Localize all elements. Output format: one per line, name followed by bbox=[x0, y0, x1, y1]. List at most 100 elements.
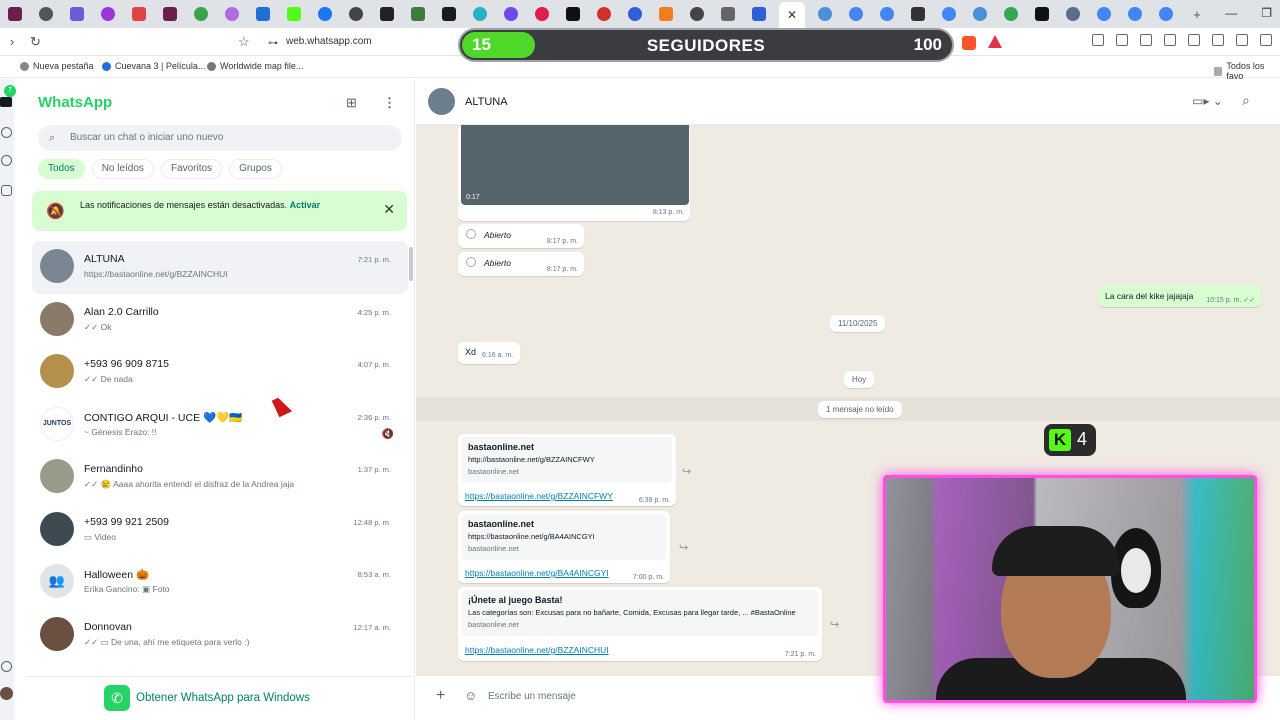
browser-tab[interactable] bbox=[128, 3, 150, 25]
chat-item[interactable]: +593 96 909 8715 ✓✓ De nada 4:07 p. m. bbox=[32, 346, 408, 399]
forward-icon[interactable]: ↪ bbox=[682, 465, 691, 478]
browser-tab[interactable] bbox=[531, 3, 553, 25]
browser-tab[interactable] bbox=[938, 3, 960, 25]
browser-tab[interactable] bbox=[717, 3, 739, 25]
video-call-icon[interactable]: ▭▸ ⌄ bbox=[1192, 94, 1223, 108]
extension-icon[interactable] bbox=[1116, 34, 1128, 46]
browser-tab[interactable] bbox=[159, 3, 181, 25]
bookmark-item[interactable]: Cuevana 3 | Película... bbox=[102, 61, 205, 71]
link-message[interactable]: bastaonline.net http://bastaonline.net/g… bbox=[458, 434, 676, 506]
bookmark-item[interactable]: Worldwide map file... bbox=[207, 61, 303, 71]
link-message[interactable]: ¡Únete al juego Basta! Las categorías so… bbox=[458, 587, 822, 661]
chat-item[interactable]: +593 99 921 2509 ▭ Video 12:48 p. m. bbox=[32, 504, 408, 557]
message-input[interactable]: Escribe un mensaje bbox=[488, 691, 576, 702]
brave-rewards-icon[interactable] bbox=[988, 35, 1002, 48]
browser-tab[interactable] bbox=[407, 3, 429, 25]
status-icon[interactable] bbox=[1, 127, 12, 138]
extension-icon[interactable] bbox=[1164, 34, 1176, 46]
video-thumbnail[interactable] bbox=[461, 125, 689, 205]
browser-tab[interactable] bbox=[593, 3, 615, 25]
message-link[interactable]: https://bastaonline.net/g/BZZAINCHUI bbox=[465, 645, 609, 655]
chats-icon[interactable] bbox=[0, 97, 12, 107]
browser-tab[interactable] bbox=[655, 3, 677, 25]
browser-tab[interactable] bbox=[314, 3, 336, 25]
new-chat-icon[interactable]: ⊞ bbox=[346, 95, 357, 111]
browser-tab[interactable] bbox=[66, 3, 88, 25]
extension-icon[interactable] bbox=[1188, 34, 1200, 46]
notif-activate-link[interactable]: Activar bbox=[290, 200, 321, 210]
browser-tab[interactable] bbox=[1000, 3, 1022, 25]
reload-icon[interactable]: ↻ bbox=[30, 34, 41, 50]
conversation-header[interactable]: ALTUNA ▭▸ ⌄ ⌕ bbox=[416, 79, 1280, 125]
radio-icon[interactable] bbox=[466, 257, 476, 267]
extension-icon[interactable] bbox=[1212, 34, 1224, 46]
browser-tab[interactable] bbox=[1124, 3, 1146, 25]
profile-avatar[interactable] bbox=[0, 687, 13, 700]
search-icon[interactable]: ⌕ bbox=[1242, 92, 1250, 109]
browser-tab[interactable] bbox=[1093, 3, 1115, 25]
filter-groups[interactable]: Grupos bbox=[229, 159, 282, 179]
bookmark-item[interactable]: Nueva pestaña bbox=[20, 61, 94, 71]
channels-icon[interactable] bbox=[1, 155, 12, 166]
browser-tab[interactable] bbox=[469, 3, 491, 25]
link-preview[interactable]: ¡Únete al juego Basta! Las categorías so… bbox=[462, 590, 818, 636]
browser-tab[interactable] bbox=[35, 3, 57, 25]
bookmark-star-icon[interactable]: ☆ bbox=[238, 34, 250, 50]
chat-item[interactable]: 👥 Halloween 🎃 Erika Gancino: ▣ Foto 8:53… bbox=[32, 556, 408, 609]
chat-item[interactable]: ALTUNA https://bastaonline.net/g/BZZAINC… bbox=[32, 241, 408, 294]
chat-item[interactable]: Fernandinho ✓✓ 😢 Aaaa ahorita entendí el… bbox=[32, 451, 408, 504]
poll-message[interactable]: Abierto 8:17 p. m. bbox=[458, 224, 584, 248]
browser-tab[interactable] bbox=[1031, 3, 1053, 25]
poll-message[interactable]: Abierto 8:17 p. m. bbox=[458, 252, 584, 276]
new-tab-icon[interactable]: + bbox=[1186, 3, 1208, 25]
forward-icon[interactable]: ↪ bbox=[830, 618, 839, 631]
chat-item[interactable]: Donnovan ✓✓ ▭ De una, ahí me etiqueta pa… bbox=[32, 609, 408, 662]
message-link[interactable]: https://bastaonline.net/g/BZZAINCFWY bbox=[465, 491, 613, 501]
link-preview[interactable]: bastaonline.net https://bastaonline.net/… bbox=[462, 514, 666, 560]
forward-icon[interactable]: › bbox=[10, 34, 14, 49]
radio-icon[interactable] bbox=[466, 229, 476, 239]
incoming-message[interactable]: Xd 6:16 a. m. bbox=[458, 342, 520, 364]
link-preview[interactable]: bastaonline.net http://bastaonline.net/g… bbox=[462, 437, 672, 483]
close-icon[interactable]: ✕ bbox=[383, 201, 395, 218]
settings-gear-icon[interactable] bbox=[1, 661, 12, 672]
communities-icon[interactable] bbox=[1, 185, 12, 196]
browser-tab[interactable] bbox=[283, 3, 305, 25]
outgoing-message[interactable]: La cara del kike jajajaja 10:15 p. m. ✓✓ bbox=[1098, 285, 1261, 307]
chat-item[interactable]: JUNTOS CONTIGO ARQUI - UCE 💙💛🇺🇦 ~ Génesi… bbox=[32, 399, 408, 452]
emoji-icon[interactable]: ☺ bbox=[464, 688, 477, 703]
filter-all[interactable]: Todos bbox=[38, 159, 85, 179]
browser-tab[interactable] bbox=[376, 3, 398, 25]
browser-tab[interactable] bbox=[345, 3, 367, 25]
browser-tab[interactable] bbox=[438, 3, 460, 25]
close-tab-icon[interactable]: ✕ bbox=[787, 8, 797, 22]
browser-tab[interactable] bbox=[562, 3, 584, 25]
browser-tab[interactable] bbox=[624, 3, 646, 25]
browser-tab[interactable] bbox=[969, 3, 991, 25]
attach-plus-icon[interactable]: + bbox=[436, 687, 445, 705]
site-info-icon[interactable]: ⊶ bbox=[268, 34, 278, 54]
browser-tab[interactable] bbox=[907, 3, 929, 25]
minimize-icon[interactable]: — bbox=[1225, 6, 1237, 20]
extension-icon[interactable] bbox=[1260, 34, 1272, 46]
browser-tab[interactable] bbox=[845, 3, 867, 25]
extension-icon[interactable] bbox=[1140, 34, 1152, 46]
video-message[interactable]: 0:17 8:13 p. m. bbox=[458, 125, 690, 221]
link-message[interactable]: bastaonline.net https://bastaonline.net/… bbox=[458, 511, 670, 583]
menu-dots-icon[interactable]: ⋮ bbox=[383, 95, 396, 111]
browser-tab[interactable] bbox=[500, 3, 522, 25]
browser-tab-active[interactable]: ✕ bbox=[779, 2, 805, 28]
browser-tab[interactable] bbox=[190, 3, 212, 25]
browser-tab[interactable] bbox=[1155, 3, 1177, 25]
get-windows-app[interactable]: ✆ Obtener WhatsApp para Windows bbox=[26, 676, 414, 720]
contact-avatar[interactable] bbox=[428, 88, 455, 115]
chat-list-scrollbar[interactable] bbox=[409, 247, 413, 281]
extension-icon[interactable] bbox=[1092, 34, 1104, 46]
chat-item[interactable]: Alan 2.0 Carrillo ✓✓ Ok 4:25 p. m. bbox=[32, 294, 408, 347]
browser-tab[interactable] bbox=[221, 3, 243, 25]
browser-tab[interactable] bbox=[1062, 3, 1084, 25]
filter-unread[interactable]: No leídos bbox=[91, 159, 154, 179]
filter-favorites[interactable]: Favoritos bbox=[160, 159, 223, 179]
brave-shield-icon[interactable] bbox=[962, 36, 976, 50]
browser-tab[interactable] bbox=[686, 3, 708, 25]
